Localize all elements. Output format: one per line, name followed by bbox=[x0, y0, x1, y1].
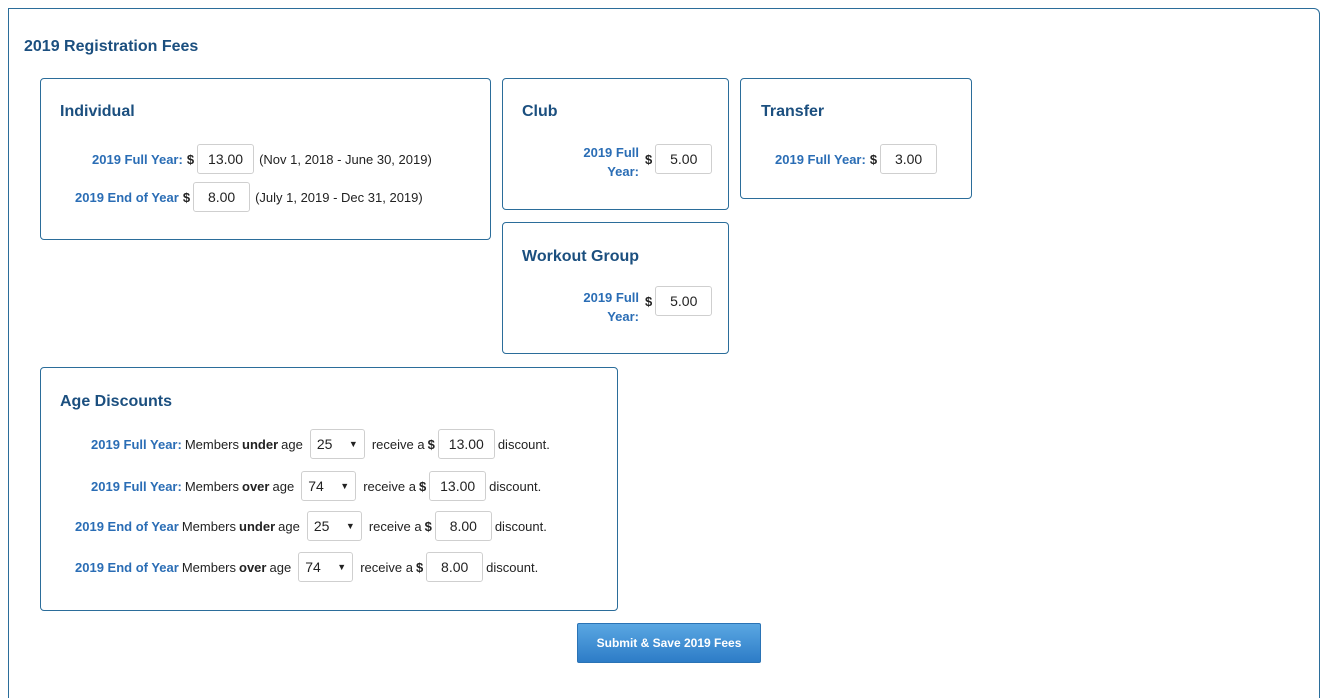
dollar-sign: $ bbox=[427, 436, 435, 452]
age-text: age bbox=[281, 436, 303, 452]
club-full-year-label: 2019 Full Year: bbox=[563, 143, 639, 181]
transfer-panel: Transfer 2019 Full Year: $ bbox=[740, 78, 972, 199]
individual-end-year-input[interactable] bbox=[193, 182, 251, 212]
age-discount-row: 2019 Full Year: Members under age 25 ▼ re… bbox=[91, 429, 553, 459]
discount-amount-input[interactable] bbox=[434, 511, 492, 541]
workout-label-line2: Year: bbox=[607, 309, 639, 324]
age-discount-row: 2019 End of Year Members under age 25 ▼ r… bbox=[75, 511, 550, 541]
club-input-row: $ bbox=[641, 144, 713, 174]
age-discount-label: 2019 End of Year bbox=[75, 559, 179, 575]
age-select-value: 25 bbox=[313, 518, 330, 534]
individual-end-year-note: (July 1, 2019 - Dec 31, 2019) bbox=[255, 189, 423, 205]
age-qualifier: under bbox=[239, 518, 276, 534]
age-select[interactable]: 74 ▼ bbox=[298, 552, 354, 582]
dollar-sign: $ bbox=[182, 189, 191, 205]
individual-panel: Individual 2019 Full Year: $ (Nov 1, 201… bbox=[40, 78, 491, 240]
club-label-line1: 2019 Full bbox=[583, 145, 639, 160]
discount-text: discount. bbox=[489, 478, 542, 494]
individual-title: Individual bbox=[60, 103, 135, 120]
club-full-year-input[interactable] bbox=[655, 144, 713, 174]
chevron-down-icon: ▼ bbox=[337, 562, 347, 572]
age-discount-label: 2019 Full Year: bbox=[91, 478, 182, 494]
dollar-sign: $ bbox=[186, 151, 195, 167]
age-select-value: 74 bbox=[305, 559, 321, 575]
discount-text: discount. bbox=[486, 559, 539, 575]
dollar-sign: $ bbox=[424, 518, 432, 534]
club-title: Club bbox=[522, 103, 558, 120]
members-text: Members bbox=[184, 478, 240, 494]
members-text: Members bbox=[181, 518, 237, 534]
age-qualifier: under bbox=[242, 436, 279, 452]
submit-save-fees-button[interactable]: Submit & Save 2019 Fees bbox=[577, 623, 761, 663]
age-discount-row: 2019 Full Year: Members over age 74 ▼ rec… bbox=[91, 471, 544, 501]
transfer-title: Transfer bbox=[761, 103, 825, 120]
members-text: Members bbox=[181, 559, 237, 575]
age-text: age bbox=[269, 559, 292, 575]
club-label-line2: Year: bbox=[607, 164, 639, 179]
discount-text: discount. bbox=[494, 518, 547, 534]
receive-text: receive a bbox=[360, 559, 413, 575]
workout-label-line1: 2019 Full bbox=[583, 290, 639, 305]
receive-text: receive a bbox=[368, 518, 422, 534]
workout-full-year-input[interactable] bbox=[655, 286, 713, 316]
chevron-down-icon: ▼ bbox=[340, 481, 350, 491]
workout-group-title: Workout Group bbox=[522, 248, 640, 265]
individual-full-year-row: 2019 Full Year: $ (Nov 1, 2018 - June 30… bbox=[92, 144, 432, 174]
age-qualifier: over bbox=[242, 478, 270, 494]
dollar-sign: $ bbox=[869, 151, 878, 167]
age-select[interactable]: 25 ▼ bbox=[306, 511, 362, 541]
age-discount-label: 2019 End of Year bbox=[75, 518, 179, 534]
dollar-sign: $ bbox=[645, 151, 653, 167]
workout-group-panel: Workout Group 2019 Full Year: $ bbox=[502, 222, 729, 354]
age-select[interactable]: 25 ▼ bbox=[309, 429, 365, 459]
chevron-down-icon: ▼ bbox=[348, 439, 358, 449]
discount-amount-input[interactable] bbox=[437, 429, 495, 459]
dollar-sign: $ bbox=[418, 478, 427, 494]
age-text: age bbox=[272, 478, 295, 494]
age-text: age bbox=[278, 518, 300, 534]
dollar-sign: $ bbox=[645, 293, 653, 309]
dollar-sign: $ bbox=[415, 559, 424, 575]
transfer-full-year-input[interactable] bbox=[880, 144, 938, 174]
age-discounts-panel: Age Discounts 2019 Full Year: Members un… bbox=[40, 367, 618, 611]
age-select[interactable]: 74 ▼ bbox=[301, 471, 357, 501]
individual-end-year-row: 2019 End of Year $ (July 1, 2019 - Dec 3… bbox=[75, 182, 423, 212]
individual-full-year-input[interactable] bbox=[197, 144, 255, 174]
individual-full-year-label: 2019 Full Year: bbox=[92, 151, 183, 167]
club-panel: Club 2019 Full Year: $ bbox=[502, 78, 729, 210]
age-select-value: 74 bbox=[308, 478, 324, 494]
page-title: 2019 Registration Fees bbox=[24, 38, 199, 55]
age-select-value: 25 bbox=[316, 436, 333, 452]
transfer-full-year-label: 2019 Full Year: bbox=[775, 151, 866, 167]
individual-full-year-note: (Nov 1, 2018 - June 30, 2019) bbox=[259, 151, 432, 167]
age-discount-row: 2019 End of Year Members over age 74 ▼ re… bbox=[75, 552, 541, 582]
members-text: Members bbox=[184, 436, 240, 452]
workout-input-row: $ bbox=[641, 286, 713, 316]
discount-amount-input[interactable] bbox=[429, 471, 487, 501]
discount-text: discount. bbox=[497, 436, 550, 452]
individual-end-year-label: 2019 End of Year bbox=[75, 189, 179, 205]
receive-text: receive a bbox=[363, 478, 416, 494]
age-discounts-title: Age Discounts bbox=[60, 393, 173, 410]
transfer-row: 2019 Full Year: $ bbox=[775, 144, 938, 174]
age-qualifier: over bbox=[239, 559, 267, 575]
chevron-down-icon: ▼ bbox=[345, 521, 355, 531]
age-discount-label: 2019 Full Year: bbox=[91, 436, 182, 452]
receive-text: receive a bbox=[371, 436, 425, 452]
discount-amount-input[interactable] bbox=[426, 552, 484, 582]
workout-full-year-label: 2019 Full Year: bbox=[563, 288, 639, 326]
